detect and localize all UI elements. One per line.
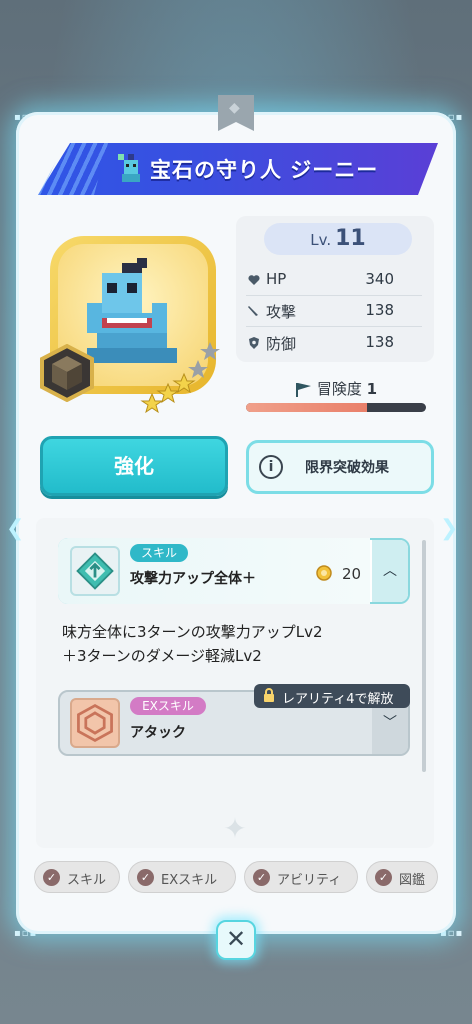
shield-icon <box>249 337 259 349</box>
skill-name: 攻撃力アップ全体＋ <box>130 571 256 587</box>
sparkle-icon: ✦ <box>223 812 247 845</box>
lock-badge: レアリティ4で解放 <box>254 684 410 708</box>
check-icon: ✓ <box>253 869 270 886</box>
sword-icon <box>248 306 258 316</box>
heart-icon <box>248 275 260 285</box>
adventure-progress-bar <box>246 403 426 412</box>
tab-label: アビリティ <box>277 873 342 888</box>
level-badge: Lv. 11 <box>264 223 412 255</box>
divider <box>246 326 422 327</box>
tab-ex-skill[interactable]: ✓ EXスキル <box>128 861 236 893</box>
limit-break-label: 限界突破効果 <box>305 460 389 476</box>
prev-arrow-icon[interactable]: ❮ <box>6 516 32 544</box>
divider <box>246 295 422 296</box>
rarity-stars-icon <box>140 342 220 414</box>
skill-cost: 20 <box>342 565 362 583</box>
check-icon: ✓ <box>43 869 60 886</box>
adventure-progress-fill <box>246 403 367 412</box>
adventure-label: 冒険度 <box>316 380 362 398</box>
tab-label: EXスキル <box>161 873 218 888</box>
skill-description: 味方全体に3ターンの攻撃力アップLv2 ＋3ターンのダメージ軽減Lv2 <box>62 620 323 668</box>
stat-label: 攻撃 <box>266 303 297 321</box>
element-cube-icon <box>40 344 94 402</box>
next-arrow-icon[interactable]: ❯ <box>440 516 466 544</box>
adventure-value: 1 <box>366 380 378 398</box>
stat-label: HP <box>266 270 287 288</box>
close-button[interactable]: ✕ <box>216 920 256 960</box>
skill-description-line: 味方全体に3ターンの攻撃力アップLv2 <box>62 623 323 641</box>
check-icon: ✓ <box>137 869 154 886</box>
scrollbar[interactable] <box>422 540 426 772</box>
attack-up-icon <box>70 546 120 596</box>
limit-break-button[interactable]: i 限界突破効果 <box>246 440 434 494</box>
info-icon: i <box>259 455 283 479</box>
enhance-button[interactable]: 強化 <box>40 436 228 496</box>
adventure-level: 冒険度 1 <box>246 378 426 400</box>
level-value: 11 <box>335 226 366 251</box>
stat-label: 防御 <box>266 335 297 353</box>
genie-mini-icon <box>118 154 140 182</box>
ex-skill-tag: EXスキル <box>130 697 206 715</box>
tab-label: 図鑑 <box>399 873 426 888</box>
stat-value: 138 <box>365 301 394 319</box>
skill-tag: スキル <box>130 544 188 562</box>
level-label: Lv. <box>310 231 332 249</box>
stat-row-defense: 防御 138 <box>246 329 426 359</box>
tab-ability[interactable]: ✓ アビリティ <box>244 861 358 893</box>
ex-skill-name: アタック <box>130 725 186 741</box>
tab-label: スキル <box>67 873 107 888</box>
stat-row-hp: HP 340 <box>246 266 426 296</box>
check-icon: ✓ <box>375 869 392 886</box>
character-title: 宝石の守り人 ジーニー <box>150 158 379 182</box>
stat-row-attack: 攻撃 138 <box>246 297 426 327</box>
tab-skill[interactable]: ✓ スキル <box>34 861 120 893</box>
flag-icon <box>295 382 311 397</box>
lock-text: レアリティ4で解放 <box>282 692 394 707</box>
chevron-up-icon[interactable]: ︿ <box>372 540 408 602</box>
skill-description-line: ＋3ターンのダメージ軽減Lv2 <box>62 647 262 665</box>
stat-value: 340 <box>365 270 394 288</box>
sun-cost-icon <box>316 565 332 581</box>
lock-icon <box>264 688 274 702</box>
ex-attack-icon <box>70 698 120 748</box>
tab-encyclopedia[interactable]: ✓ 図鑑 <box>366 861 438 893</box>
stat-value: 138 <box>365 333 394 351</box>
